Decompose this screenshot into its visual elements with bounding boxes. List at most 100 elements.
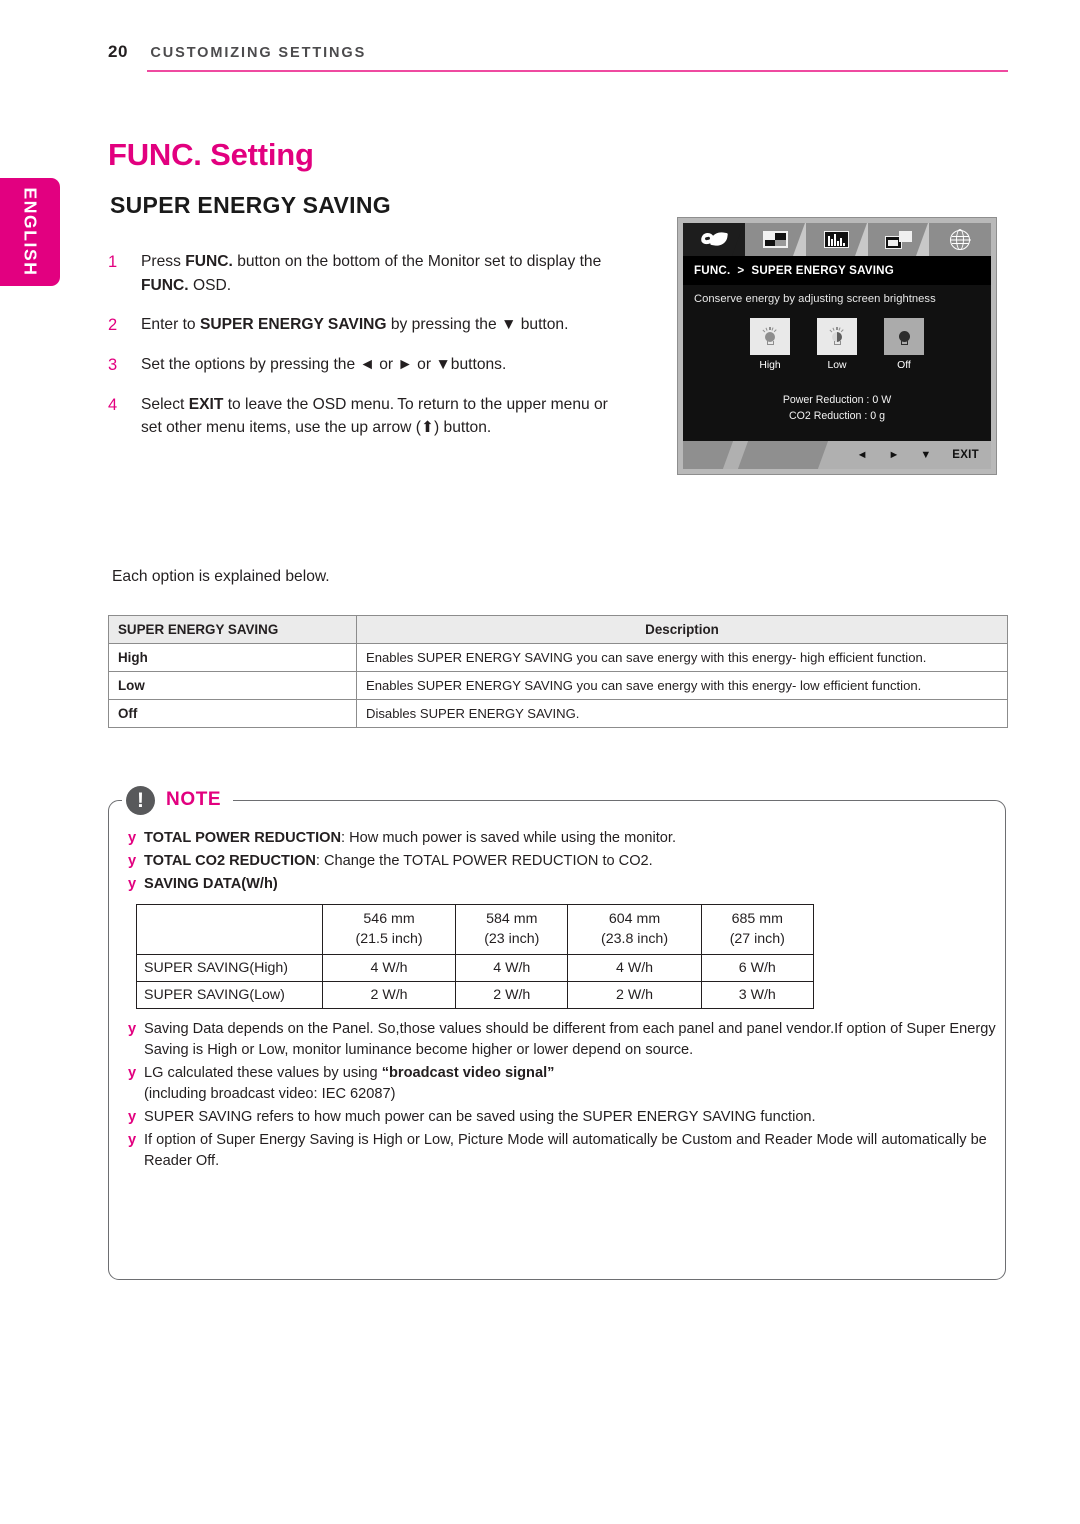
saving-high-value-3: 4 W/h <box>567 954 702 983</box>
step-number: 4 <box>108 395 118 414</box>
saving-table-col-2-mm: 584 mm <box>486 911 538 927</box>
osd-tab-picture-by-picture[interactable] <box>867 223 930 256</box>
osd-readout-co2-label: CO2 Reduction : <box>788 410 868 423</box>
osd-readout-power-unit: W <box>881 394 892 406</box>
osd-option-high[interactable]: High <box>750 318 790 373</box>
osd-left-arrow-button[interactable]: ◄ <box>857 449 868 461</box>
bullet-glyph-icon: y <box>128 1021 137 1038</box>
lamp-half-icon <box>828 326 846 347</box>
osd-exit-button[interactable]: EXIT <box>952 449 979 461</box>
osd-tab-language[interactable] <box>929 223 991 256</box>
saving-low-value-2: 2 W/h <box>455 981 569 1010</box>
bullet-glyph-icon: y <box>128 1132 137 1149</box>
osd-readout: Power Reduction : 0 W CO2 Reduction : 0 … <box>683 392 991 425</box>
note-bullet-top-2: y TOTAL CO2 REDUCTION: Change the TOTAL P… <box>128 851 1000 872</box>
bullet-glyph-icon: y <box>128 876 137 892</box>
osd-tab-eco[interactable] <box>683 223 745 256</box>
saving-table-col-2-inch: (23 inch) <box>484 930 540 947</box>
osd-screenshot: FUNC. > SUPER ENERGY SAVING Conserve ene… <box>677 217 997 475</box>
step-text: Select EXIT to leave the OSD menu. To re… <box>141 395 608 437</box>
osd-readout-power: Power Reduction : 0 W <box>683 392 991 408</box>
language-tab-label: ENGLISH <box>20 187 40 277</box>
saving-table-col-3: 604 mm (23.8 inch) <box>567 903 702 956</box>
osd-option-group: High Low Off <box>683 318 991 373</box>
osd-option-off-swatch <box>884 318 924 355</box>
osd-readout-co2-unit: g <box>879 410 886 423</box>
each-option-note: Each option is explained below. <box>112 568 330 585</box>
saving-low-value-4: 3 W/h <box>700 981 815 1010</box>
osd-breadcrumb-leaf: SUPER ENERGY SAVING <box>751 264 894 277</box>
note-items-bottom: y Saving Data depends on the Panel. So,th… <box>128 1019 1000 1172</box>
option-description-table: SUPER ENERGY SAVING Description High Enab… <box>108 615 1008 728</box>
note-bullet-top-1: y TOTAL POWER REDUCTION: How much power i… <box>128 828 1000 849</box>
page-title: FUNC. Setting <box>108 137 314 172</box>
table-row: Low Enables SUPER ENERGY SAVING you can s… <box>108 671 1008 700</box>
table-cell-option: Off <box>108 699 357 728</box>
osd-description: Conserve energy by adjusting screen brig… <box>694 293 936 305</box>
globe-icon <box>950 229 971 250</box>
osd-option-low[interactable]: Low <box>817 318 857 373</box>
osd-down-arrow-button[interactable]: ▼ <box>920 449 931 461</box>
table-row: Off Disables SUPER ENERGY SAVING. <box>108 699 1008 728</box>
lamp-off-icon <box>895 327 913 347</box>
step-text: Press FUNC. button on the bottom of the … <box>141 253 602 294</box>
osd-readout-co2-value: 0 <box>870 410 877 423</box>
saving-table-col-1: 546 mm (21.5 inch) <box>321 903 457 956</box>
table-row: High Enables SUPER ENERGY SAVING you can … <box>108 643 1008 672</box>
bullet-glyph-icon: y <box>128 853 137 869</box>
osd-footer-decoration <box>683 441 858 469</box>
osd-option-low-swatch <box>817 318 857 355</box>
instruction-step-2: 2 Enter to SUPER ENERGY SAVING by pressin… <box>108 313 628 337</box>
language-tab-english: ENGLISH <box>0 178 60 286</box>
note-bullet-bottom-4: y If option of Super Energy Saving is Hig… <box>128 1130 1000 1172</box>
table-cell-description: Enables SUPER ENERGY SAVING you can save… <box>356 671 1008 700</box>
step-number: 2 <box>108 316 118 335</box>
osd-option-off[interactable]: Off <box>884 318 924 373</box>
table-cell-description: Disables SUPER ENERGY SAVING. <box>356 699 1008 728</box>
histogram-icon <box>824 231 850 248</box>
exclamation-icon: ! <box>126 785 155 815</box>
saving-table-col-2: 584 mm (23 inch) <box>455 903 569 956</box>
instruction-step-4: 4 Select EXIT to leave the OSD menu. To r… <box>108 393 628 440</box>
note-text: If option of Super Energy Saving is High… <box>144 1132 987 1170</box>
saving-high-value-4: 6 W/h <box>700 954 815 983</box>
step-number: 3 <box>108 356 118 375</box>
saving-low-value-1: 2 W/h <box>321 981 457 1010</box>
saving-table-col-1-mm: 546 mm <box>363 911 415 927</box>
step-number: 1 <box>108 253 118 271</box>
saving-low-value-3: 2 W/h <box>567 981 702 1010</box>
picture-by-picture-icon <box>885 230 913 249</box>
note-text: SUPER SAVING refers to how much power ca… <box>144 1109 816 1126</box>
saving-table-col-4-mm: 685 mm <box>731 911 783 927</box>
saving-high-value-1: 4 W/h <box>321 954 457 983</box>
instruction-step-3: 3 Set the options by pressing the ◄ or ► … <box>108 353 628 377</box>
osd-tab-histogram[interactable] <box>806 223 868 256</box>
note-bullet-bottom-2: y LG calculated these values by using “br… <box>128 1063 1000 1105</box>
instruction-step-1: 1 Press FUNC. button on the bottom of the… <box>108 250 628 297</box>
saving-table-corner <box>136 903 323 956</box>
instruction-steps: 1 Press FUNC. button on the bottom of the… <box>108 250 628 456</box>
chapter-title: CUSTOMIZING SETTINGS <box>150 45 367 61</box>
leaf-icon <box>699 230 728 248</box>
osd-option-high-label: High <box>759 360 781 371</box>
table-row: SUPER SAVING(Low) 2 W/h 2 W/h 2 W/h 3 W/… <box>136 981 815 1010</box>
table-cell-description: Enables SUPER ENERGY SAVING you can save… <box>356 643 1008 672</box>
osd-readout-power-label: Power Reduction : <box>782 394 870 406</box>
page-number: 20 <box>108 42 128 61</box>
step-text: Set the options by pressing the ◄ or ► o… <box>141 356 507 374</box>
bullet-glyph-icon: y <box>128 1109 137 1126</box>
osd-tab-picture[interactable] <box>744 223 807 256</box>
osd-option-high-swatch <box>750 318 790 355</box>
osd-option-off-label: Off <box>897 360 911 371</box>
header-divider <box>147 70 1008 72</box>
osd-footer-bar: ◄ ► ▼ EXIT <box>683 441 991 469</box>
saving-high-value-2: 4 W/h <box>455 954 569 983</box>
table-header-option: SUPER ENERGY SAVING <box>108 615 357 644</box>
step-text: Enter to SUPER ENERGY SAVING by pressing… <box>141 316 569 334</box>
osd-readout-power-value: 0 <box>872 394 879 406</box>
osd-right-arrow-button[interactable]: ► <box>888 449 899 461</box>
table-header-row: SUPER ENERGY SAVING Description <box>108 615 1008 644</box>
osd-option-low-label: Low <box>827 360 847 371</box>
note-callout-body: y TOTAL POWER REDUCTION: How much power i… <box>128 828 1000 1174</box>
note-bullet-bottom-1: y Saving Data depends on the Panel. So,th… <box>128 1019 1000 1061</box>
